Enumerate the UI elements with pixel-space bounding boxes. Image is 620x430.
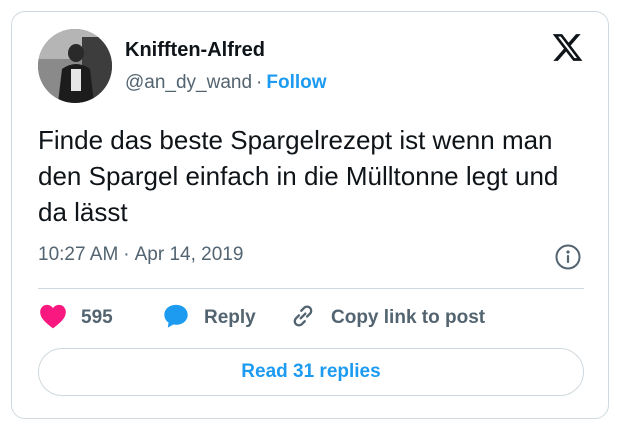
like-count: 595 bbox=[81, 307, 113, 328]
separator: · bbox=[256, 72, 263, 93]
tweet-timestamp[interactable]: 10:27 AM · Apr 14, 2019 bbox=[38, 243, 243, 267]
speech-bubble-icon bbox=[162, 302, 190, 335]
info-icon[interactable] bbox=[554, 243, 582, 271]
tweet-text: Finde das beste Spargelrezept ist wenn m… bbox=[38, 125, 559, 227]
tweet-date: Apr 14, 2019 bbox=[134, 244, 244, 265]
copy-link-button[interactable]: Copy link to post bbox=[289, 302, 485, 334]
heart-icon bbox=[39, 303, 67, 334]
reply-button[interactable]: Reply bbox=[162, 302, 256, 334]
follow-button[interactable]: Follow bbox=[266, 72, 326, 93]
author-handle[interactable]: @an_dy_wand bbox=[125, 72, 252, 93]
tweet-card: Knifften-Alfred @an_dy_wand · Follow Finde… bbox=[11, 11, 609, 419]
author-meta: @an_dy_wand · Follow bbox=[125, 71, 327, 95]
read-replies-label: Read 31 replies bbox=[241, 361, 381, 382]
read-replies-button[interactable]: Read 31 replies bbox=[38, 348, 584, 396]
avatar[interactable] bbox=[38, 29, 112, 103]
link-icon bbox=[289, 302, 317, 335]
divider bbox=[38, 288, 584, 289]
like-button[interactable]: 595 bbox=[39, 302, 113, 334]
copy-link-label: Copy link to post bbox=[331, 307, 486, 328]
reply-label: Reply bbox=[204, 307, 256, 328]
x-logo-icon[interactable] bbox=[551, 31, 584, 64]
author-name[interactable]: Knifften-Alfred bbox=[125, 38, 265, 62]
tweet-time: 10:27 AM bbox=[38, 244, 119, 265]
separator: · bbox=[123, 244, 130, 265]
